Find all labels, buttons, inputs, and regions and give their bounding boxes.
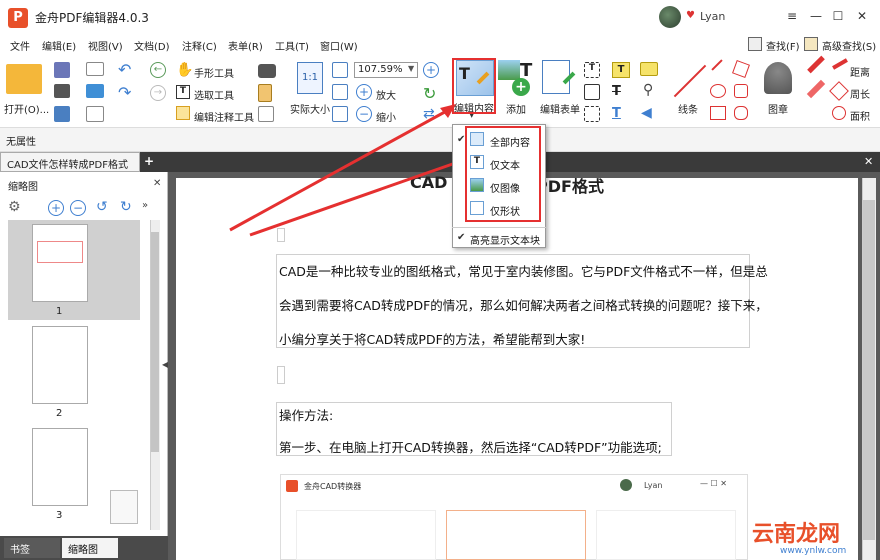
watermark-text: 云南龙网 bbox=[752, 522, 841, 547]
dropdown-item-highlight-blocks[interactable]: 高亮显示文本块 bbox=[470, 232, 540, 247]
annotation-arrows bbox=[229, 104, 468, 237]
red-arrow-1 bbox=[229, 106, 453, 232]
dropdown-divider bbox=[452, 227, 546, 228]
watermark-url: www.ynlw.com bbox=[780, 546, 847, 556]
highlight-box-dropdown bbox=[465, 126, 541, 222]
check-icon: ✔ bbox=[457, 232, 466, 243]
red-arrowhead-1 bbox=[440, 104, 456, 118]
red-arrow-2 bbox=[249, 158, 465, 237]
